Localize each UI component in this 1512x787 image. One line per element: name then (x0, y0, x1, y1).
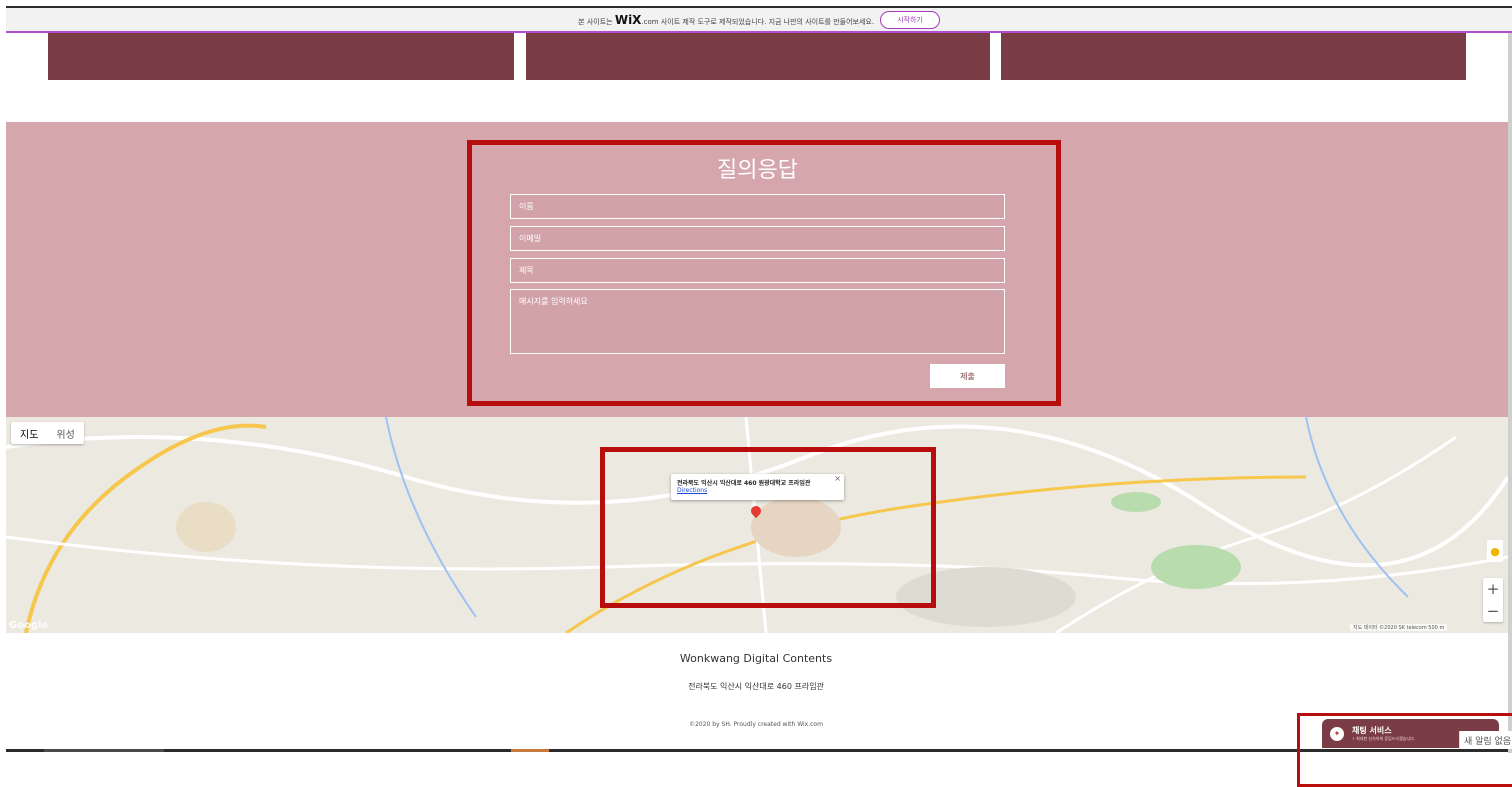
contact-title: 질의응답 (717, 158, 798, 183)
service-card-1 (48, 33, 514, 80)
map-attribution[interactable]: 지도 데이터 ©2020 SK telecom 500 m (1350, 624, 1448, 631)
chat-text: 채팅 서비스 ⚡ 최대한 신속하게 응답드리겠습니다. (1352, 725, 1415, 742)
service-card-2 (526, 33, 990, 80)
wix-banner: 본 사이트는 WiX.com 사이트 제작 도구로 제작되었습니다. 지금 나만… (6, 6, 1512, 33)
map-type-map-button[interactable]: 지도 (11, 426, 47, 441)
footer-site-name: Wonkwang Digital Contents (679, 652, 833, 665)
bottom-bar-segment (44, 749, 164, 752)
notification-toast: 새 알림 없음 (1459, 731, 1512, 749)
zoom-out-button[interactable]: − (1483, 600, 1503, 622)
info-address: 전라북도 익산시 익산대로 460 원광대학교 프라임관 (677, 480, 811, 487)
service-card-3 (1001, 33, 1466, 80)
chat-logo-icon: ✦ (1330, 726, 1344, 741)
footer-address: 전라북도 익산시 익산대로 460 프라임관 (688, 682, 824, 691)
wix-logo: WiX (614, 12, 642, 27)
footer-copyright: ©2020 by SH. Proudly created with Wix.co… (689, 721, 823, 728)
close-icon[interactable]: × (834, 474, 841, 483)
map-type-satellite-button[interactable]: 위성 (47, 426, 83, 441)
scrollbar[interactable] (1508, 33, 1512, 753)
map-highlight-box (600, 447, 936, 608)
bottom-bar (6, 749, 1512, 752)
chat-title: 채팅 서비스 (1352, 726, 1392, 735)
wix-banner-text: 본 사이트는 WiX.com 사이트 제작 도구로 제작되었습니다. 지금 나만… (578, 13, 874, 27)
banner-text-after: .com 사이트 제작 도구로 제작되었습니다. 지금 나만의 사이트를 만들어… (641, 17, 875, 26)
name-input[interactable]: 이름 (510, 194, 1005, 219)
subject-input[interactable]: 제목 (510, 258, 1005, 283)
start-button[interactable]: 시작하기 (880, 10, 940, 29)
zoom-control: + − (1483, 578, 1503, 622)
map-info-window: 전라북도 익산시 익산대로 460 원광대학교 프라임관 Directions … (671, 474, 844, 500)
google-logo: Google (9, 620, 49, 631)
pegman-icon[interactable]: ● (1487, 540, 1503, 562)
bottom-bar-segment (511, 749, 549, 752)
chat-subtitle: ⚡ 최대한 신속하게 응답드리겠습니다. (1352, 736, 1416, 741)
zoom-in-button[interactable]: + (1483, 578, 1503, 600)
submit-button[interactable]: 제출 (930, 364, 1005, 388)
message-textarea[interactable]: 메시지를 입력하세요 (510, 289, 1005, 354)
map-type-control: 지도 위성 (11, 422, 84, 444)
banner-text-before: 본 사이트는 (578, 17, 613, 26)
directions-link[interactable]: Directions (677, 487, 838, 494)
email-input[interactable]: 이메일 (510, 226, 1005, 251)
